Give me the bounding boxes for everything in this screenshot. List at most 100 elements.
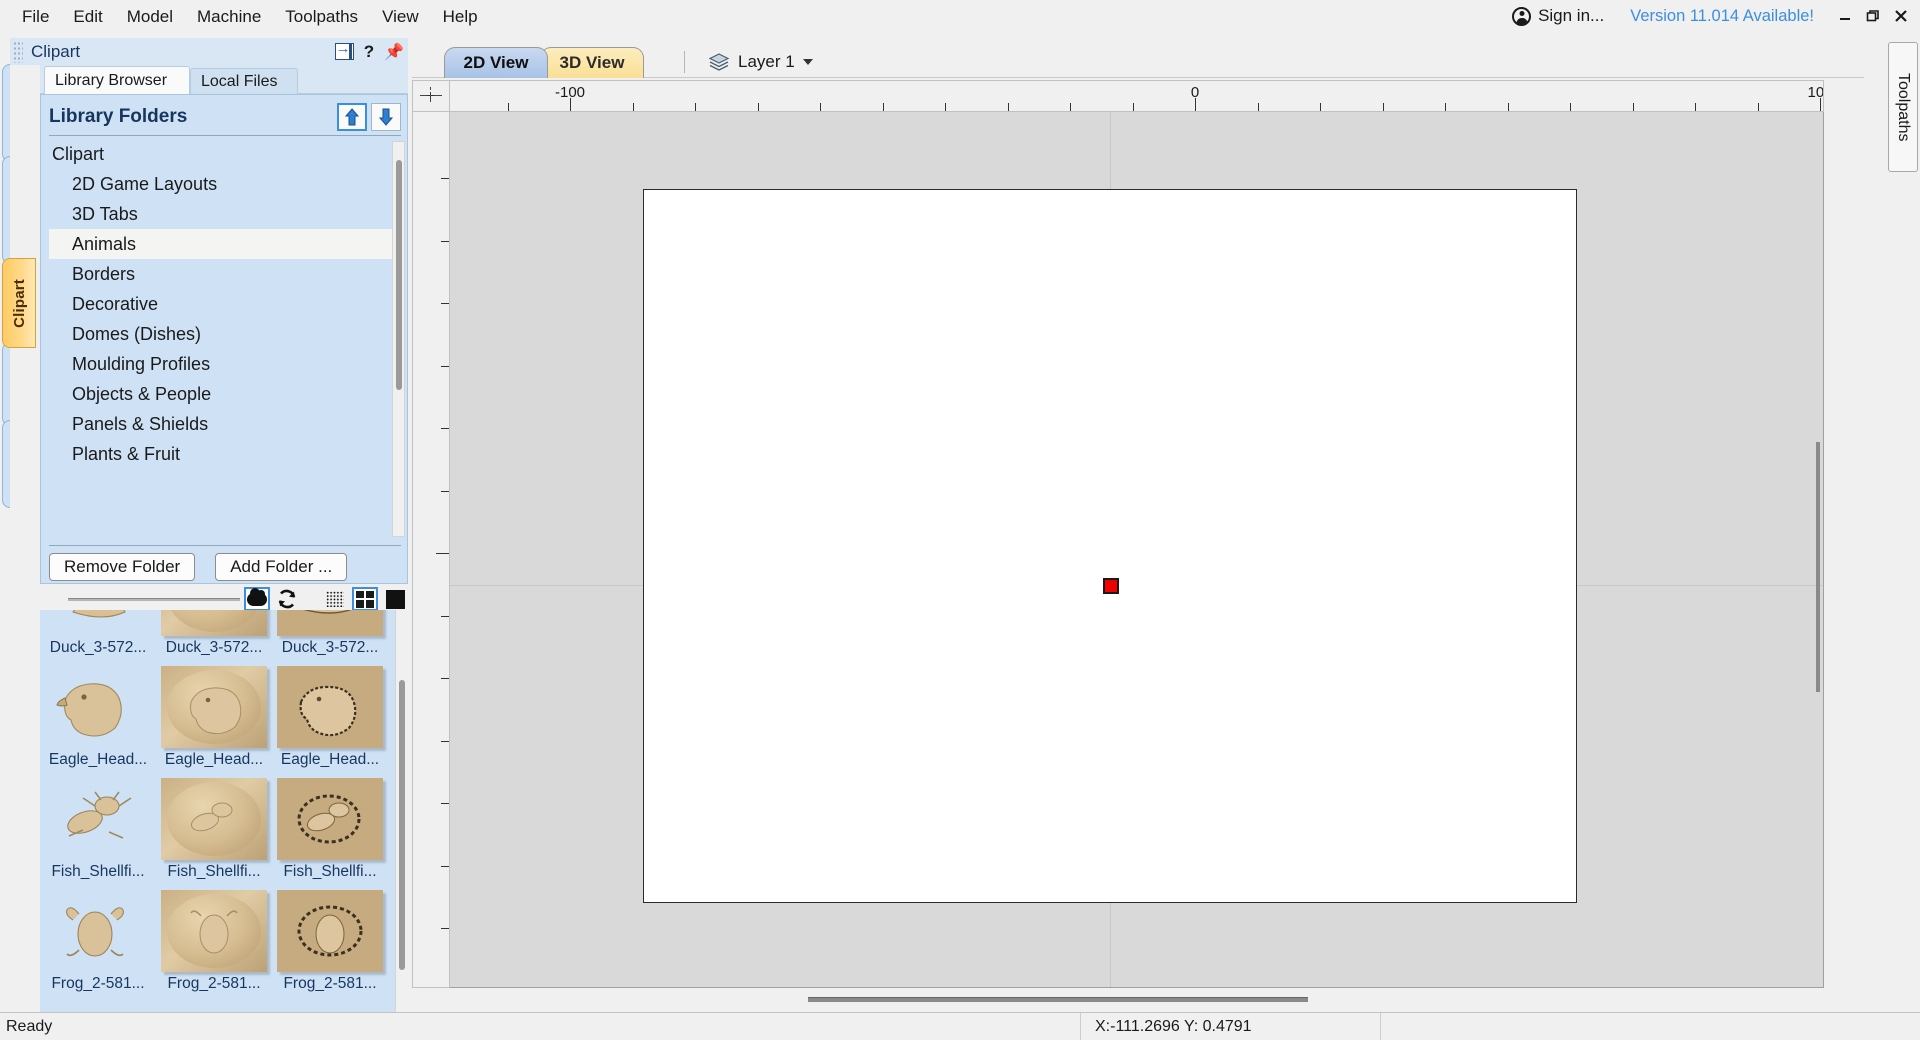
clipart-item[interactable]: Frog_2-581... [158, 890, 270, 996]
shellfish-relief-icon [190, 802, 233, 832]
tab-2d-view[interactable]: 2D View [444, 47, 548, 78]
menu-view[interactable]: View [370, 4, 431, 29]
clipart-item[interactable]: Duck_3-572... [158, 610, 270, 660]
ruler-label: -100 [554, 84, 586, 101]
folder-list-scrollbar[interactable] [392, 141, 405, 537]
clipart-item[interactable]: Fish_Shellfi... [42, 778, 154, 884]
tab-local-files[interactable]: Local Files [190, 68, 298, 94]
menu-help[interactable]: Help [431, 4, 490, 29]
horizontal-ruler[interactable]: -100 0 100 [450, 80, 1824, 112]
folder-item-plants-fruit[interactable]: Plants & Fruit [49, 439, 401, 469]
refresh-button[interactable] [274, 587, 300, 611]
version-available-link[interactable]: Version 11.014 Available! [1630, 7, 1814, 26]
clipart-thumbnail[interactable] [277, 666, 383, 748]
clipart-thumbnail[interactable] [277, 610, 383, 636]
origin-marker[interactable] [1103, 578, 1119, 594]
ruler-minor-tick [1757, 103, 1759, 111]
library-folder-list[interactable]: Clipart 2D Game Layouts 3D Tabs Animals … [49, 139, 401, 540]
small-grid-view-button[interactable] [322, 587, 348, 611]
folder-item-clipart[interactable]: Clipart [49, 139, 401, 169]
menu-model[interactable]: Model [115, 4, 185, 29]
minimize-button[interactable] [1832, 4, 1858, 28]
ruler-minor-tick [820, 103, 821, 111]
move-down-button[interactable] [371, 103, 401, 131]
tab-local-files-label: Local Files [201, 72, 278, 90]
clipart-thumbnail[interactable] [45, 666, 151, 748]
shellfish-panel-relief-icon [297, 794, 361, 844]
clipart-thumbnail[interactable] [161, 610, 267, 636]
tab-library-browser[interactable]: Library Browser [44, 66, 190, 94]
clipart-item[interactable]: Eagle_Head... [158, 666, 270, 772]
tab-3d-view[interactable]: 3D View [540, 47, 644, 78]
clipart-item[interactable]: Fish_Shellfi... [274, 778, 386, 884]
library-button-divider [49, 545, 401, 546]
panel-drag-grip[interactable] [13, 40, 23, 63]
folder-item-3d-tabs[interactable]: 3D Tabs [49, 199, 401, 229]
menu-edit[interactable]: Edit [61, 4, 114, 29]
cloud-icon [247, 587, 267, 606]
viewport-horizontal-scrollbar[interactable] [450, 988, 1824, 1012]
eagle-head-relief-icon [56, 683, 122, 737]
thumbnail-size-slider[interactable] [68, 596, 240, 602]
folder-item-domes-dishes[interactable]: Domes (Dishes) [49, 319, 401, 349]
titlebar-right-controls: Sign in... Version 11.014 Available! [1504, 0, 1920, 32]
clipart-thumbnail-grid[interactable]: Duck_3-572... Duck_3-572... Duck_3-572..… [40, 610, 408, 1040]
clipart-thumbnail[interactable] [45, 610, 151, 636]
folder-item-moulding-profiles[interactable]: Moulding Profiles [49, 349, 401, 379]
clipart-item[interactable]: Eagle_Head... [42, 666, 154, 772]
large-grid-view-button[interactable] [352, 587, 378, 611]
thumbnail-scrollbar[interactable] [395, 610, 408, 1040]
folder-item-panels-shields[interactable]: Panels & Shields [49, 409, 401, 439]
remove-folder-button[interactable]: Remove Folder [49, 553, 196, 581]
folder-label: Animals [72, 233, 137, 254]
add-folder-button[interactable]: Add Folder ... [215, 553, 348, 581]
layer-selector[interactable]: Layer 1 [702, 48, 819, 76]
folder-item-decorative[interactable]: Decorative [49, 289, 401, 319]
thumbnail-scroll-thumb[interactable] [399, 680, 405, 970]
thumbnail-row: Duck_3-572... Duck_3-572... Duck_3-572..… [40, 610, 408, 660]
menu-file[interactable]: File [10, 4, 61, 29]
clipart-item[interactable]: Frog_2-581... [274, 890, 386, 996]
close-button[interactable] [1888, 4, 1914, 28]
clipart-thumbnail[interactable] [161, 778, 267, 860]
ruler-corner-button[interactable] [412, 80, 450, 112]
folder-item-2d-game-layouts[interactable]: 2D Game Layouts [49, 169, 401, 199]
clipart-item[interactable]: Eagle_Head... [274, 666, 386, 772]
folder-list-scroll-thumb[interactable] [396, 160, 402, 390]
folder-item-borders[interactable]: Borders [49, 259, 401, 289]
clipart-thumbnail[interactable] [277, 778, 383, 860]
folder-item-animals[interactable]: Animals [49, 229, 401, 259]
clipart-thumbnail[interactable] [277, 890, 383, 972]
thumbnail-toolbar [40, 586, 408, 612]
frog-relief-icon [66, 907, 124, 957]
move-up-button[interactable] [337, 103, 367, 131]
menu-machine[interactable]: Machine [185, 4, 273, 29]
folder-item-objects-people[interactable]: Objects & People [49, 379, 401, 409]
menu-toolpaths[interactable]: Toolpaths [273, 4, 370, 29]
duck-panel-relief-icon [303, 610, 352, 614]
vtab-clipart[interactable]: Clipart [2, 258, 36, 348]
clipart-item[interactable]: Duck_3-572... [274, 610, 386, 660]
autohide-button[interactable] [333, 40, 355, 63]
drawing-viewport[interactable] [450, 112, 1824, 988]
cloud-button[interactable] [244, 587, 270, 611]
ruler-minor-tick [441, 240, 449, 242]
clipart-thumbnail[interactable] [45, 890, 151, 972]
clipart-item[interactable]: Duck_3-572... [42, 610, 154, 660]
pin-button[interactable]: 📌 [383, 41, 405, 63]
clipart-item[interactable]: Frog_2-581... [42, 890, 154, 996]
clipart-thumbnail[interactable] [161, 890, 267, 972]
vertical-ruler[interactable] [412, 112, 450, 988]
viewport-vertical-scrollbar[interactable] [1813, 442, 1823, 692]
background-color-button[interactable] [382, 587, 408, 611]
ruler-major-tick [436, 553, 449, 554]
vtab-toolpaths[interactable]: Toolpaths [1888, 42, 1918, 172]
help-button[interactable]: ? [358, 41, 380, 63]
restore-button[interactable] [1860, 4, 1886, 28]
clipart-item[interactable]: Fish_Shellfi... [158, 778, 270, 884]
material-sheet[interactable] [643, 189, 1577, 903]
library-button-row: Remove Folder Add Folder ... [49, 553, 401, 581]
clipart-thumbnail[interactable] [45, 778, 151, 860]
clipart-thumbnail[interactable] [161, 666, 267, 748]
sign-in-button[interactable]: Sign in... [1504, 4, 1612, 28]
